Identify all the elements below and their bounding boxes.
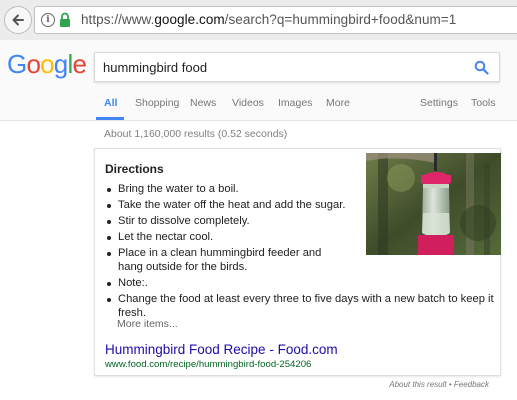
search-box: [94, 52, 500, 82]
result-stats: About 1,160,000 results (0.52 seconds): [104, 128, 288, 140]
tab-news[interactable]: News: [190, 97, 216, 109]
about-result-link[interactable]: About this result: [389, 380, 446, 389]
address-bar[interactable]: i https://www.google.com/search?q=hummin…: [34, 6, 517, 34]
more-items-link[interactable]: More items...: [117, 318, 178, 330]
logo-letter: G: [7, 49, 27, 79]
browser-toolbar: i https://www.google.com/search?q=hummin…: [0, 0, 517, 41]
tab-all[interactable]: All: [104, 97, 117, 109]
logo-letter: o: [40, 49, 54, 79]
back-arrow-icon: [12, 14, 24, 26]
back-button[interactable]: [4, 6, 32, 34]
featured-snippet: Directions Bring the water to a boil. Ta…: [94, 148, 501, 376]
tab-videos[interactable]: Videos: [232, 97, 264, 109]
list-item: Place in a clean hummingbird feeder and …: [105, 247, 348, 274]
snippet-heading: Directions: [105, 162, 164, 176]
search-input[interactable]: [103, 58, 443, 76]
tab-shopping[interactable]: Shopping: [135, 97, 179, 109]
tab-more[interactable]: More: [326, 97, 350, 109]
google-logo[interactable]: Google: [7, 49, 87, 80]
lock-icon[interactable]: [59, 12, 71, 28]
tab-settings[interactable]: Settings: [420, 97, 458, 109]
logo-letter: g: [53, 49, 68, 79]
tab-images[interactable]: Images: [278, 97, 312, 109]
search-header: Google All Shopping News Videos Images M…: [0, 40, 517, 121]
url-path: /search?q=hummingbird+food&num=1: [224, 12, 457, 27]
info-icon[interactable]: i: [41, 13, 55, 27]
feedback-link[interactable]: Feedback: [454, 380, 489, 389]
hummingbird-feeder-image[interactable]: [366, 153, 501, 255]
list-item: Note:.: [105, 277, 500, 291]
url-domain: google.com: [154, 12, 225, 27]
result-feedback: About this result • Feedback: [389, 380, 489, 389]
result-url: www.food.com/recipe/hummingbird-food-254…: [105, 359, 312, 370]
search-icon[interactable]: [474, 60, 489, 75]
logo-letter: e: [72, 49, 87, 79]
url-prefix: https://www.: [81, 12, 155, 27]
search-tabs: All Shopping News Videos Images More Set…: [0, 96, 517, 120]
url-text[interactable]: https://www.google.com/search?q=hummingb…: [81, 12, 456, 27]
separator: •: [446, 380, 454, 389]
result-title-link[interactable]: Hummingbird Food Recipe - Food.com: [105, 342, 338, 357]
logo-letter: o: [26, 49, 41, 79]
tab-tools[interactable]: Tools: [471, 97, 496, 109]
active-tab-indicator: [96, 117, 124, 120]
list-item: Change the food at least every three to …: [105, 293, 500, 320]
